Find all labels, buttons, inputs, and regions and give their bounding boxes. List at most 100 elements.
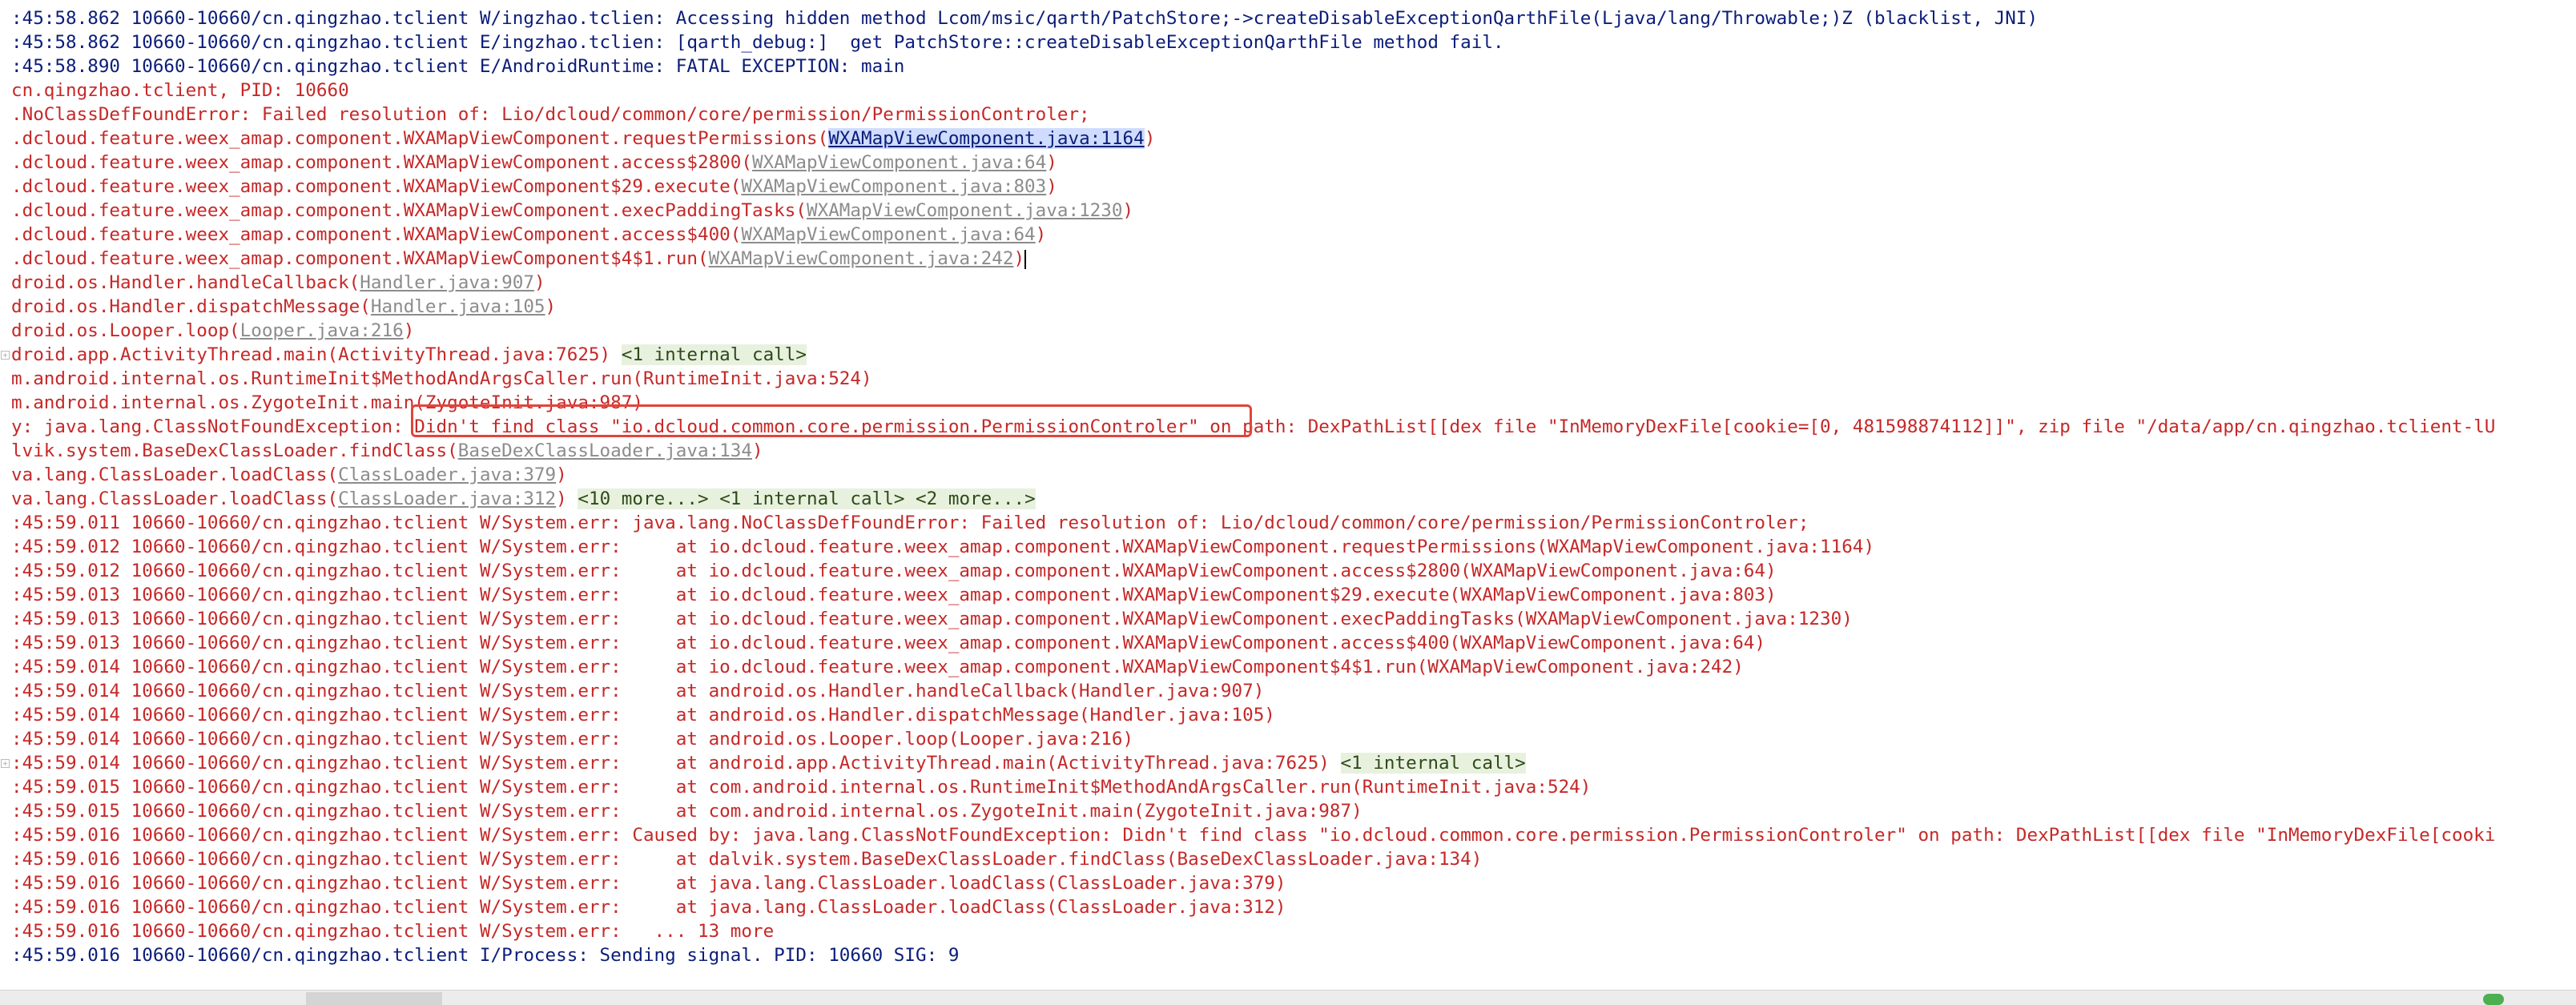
log-line-text: :45:59.015 10660-10660/cn.qingzhao.tclie… <box>11 777 1592 798</box>
log-line: :45:59.014 10660-10660/cn.qingzhao.tclie… <box>11 751 1526 775</box>
log-line: :45:59.016 10660-10660/cn.qingzhao.tclie… <box>11 895 1286 919</box>
log-line: :45:59.013 10660-10660/cn.qingzhao.tclie… <box>11 583 1777 607</box>
log-line: droid.app.ActivityThread.main(ActivityTh… <box>11 343 807 367</box>
log-line: droid.os.Handler.dispatchMessage(Handler… <box>11 295 556 319</box>
source-link[interactable]: ClassLoader.java:379 <box>338 464 556 485</box>
log-line-text: cn.qingzhao.tclient, PID: 10660 <box>11 80 349 101</box>
log-line-text: .dcloud.feature.weex_amap.component.WXAM… <box>11 128 829 149</box>
log-line-text: :45:59.016 10660-10660/cn.qingzhao.tclie… <box>11 873 1286 894</box>
log-line-text: :45:58.862 10660-10660/cn.qingzhao.tclie… <box>11 32 1504 53</box>
log-line: droid.os.Looper.loop(Looper.java:216) <box>11 319 414 343</box>
fold-expand-icon[interactable]: + <box>1 351 10 360</box>
log-line-text: :45:59.014 10660-10660/cn.qingzhao.tclie… <box>11 705 1275 726</box>
tool-tab-terminal[interactable] <box>192 992 288 1005</box>
log-line-suffix: ) <box>556 464 567 485</box>
log-line-suffix: ) <box>1035 224 1047 245</box>
log-line: .dcloud.feature.weex_amap.component.WXAM… <box>11 199 1133 223</box>
log-line-suffix: ) <box>545 296 557 317</box>
tool-tab-todo[interactable] <box>5 992 133 1005</box>
log-line: .dcloud.feature.weex_amap.component.WXAM… <box>11 223 1046 247</box>
log-line: :45:59.014 10660-10660/cn.qingzhao.tclie… <box>11 727 1133 751</box>
log-line: :45:59.011 10660-10660/cn.qingzhao.tclie… <box>11 511 1809 535</box>
log-line: :45:59.015 10660-10660/cn.qingzhao.tclie… <box>11 775 1591 799</box>
log-line-text: :45:59.013 10660-10660/cn.qingzhao.tclie… <box>11 609 1853 629</box>
log-line: droid.os.Handler.handleCallback(Handler.… <box>11 271 545 295</box>
log-line: :45:59.016 10660-10660/cn.qingzhao.tclie… <box>11 871 1286 895</box>
log-line-text: .dcloud.feature.weex_amap.component.WXAM… <box>11 224 742 245</box>
log-line: m.android.internal.os.RuntimeInit$Method… <box>11 367 872 391</box>
log-line: :45:59.012 10660-10660/cn.qingzhao.tclie… <box>11 559 1777 583</box>
log-line-text: droid.os.Looper.loop( <box>11 320 240 341</box>
log-line-suffix: ) <box>1122 200 1134 221</box>
source-link[interactable]: Looper.java:216 <box>240 320 404 341</box>
log-line-text: va.lang.ClassLoader.loadClass( <box>11 464 339 485</box>
log-line-text: :45:58.862 10660-10660/cn.qingzhao.tclie… <box>11 8 2039 29</box>
log-line-text: droid.os.Handler.handleCallback( <box>11 272 360 293</box>
folded-calls-badge[interactable]: <1 internal call> <box>1340 753 1526 774</box>
log-line: :45:58.862 10660-10660/cn.qingzhao.tclie… <box>11 6 2038 30</box>
log-line-text: :45:59.016 10660-10660/cn.qingzhao.tclie… <box>11 897 1286 918</box>
text-caret <box>1024 249 1027 269</box>
log-line-suffix: ) <box>1046 152 1057 173</box>
log-line-suffix: ) <box>556 488 578 509</box>
source-link[interactable]: WXAMapViewComponent.java:1164 <box>828 128 1145 149</box>
event-log-indicator[interactable] <box>2483 994 2504 1005</box>
tool-tab-profiler[interactable] <box>481 992 577 1005</box>
log-line-text: droid.app.ActivityThread.main(ActivityTh… <box>11 344 622 365</box>
log-line-suffix: ) <box>1013 248 1025 269</box>
log-line: cn.qingzhao.tclient, PID: 10660 <box>11 78 349 103</box>
log-line: :45:59.013 10660-10660/cn.qingzhao.tclie… <box>11 631 1765 655</box>
log-line-text: m.android.internal.os.RuntimeInit$Method… <box>11 368 872 389</box>
source-link[interactable]: Handler.java:105 <box>371 296 545 317</box>
log-line: .dcloud.feature.weex_amap.component.WXAM… <box>11 175 1057 199</box>
log-line-text: :45:59.016 10660-10660/cn.qingzhao.tclie… <box>11 921 775 942</box>
log-line-text: :45:59.014 10660-10660/cn.qingzhao.tclie… <box>11 657 1744 677</box>
log-line-text: :45:59.016 10660-10660/cn.qingzhao.tclie… <box>11 849 1483 870</box>
log-line: :45:58.862 10660-10660/cn.qingzhao.tclie… <box>11 30 1504 54</box>
log-line: y: java.lang.ClassNotFoundException: Did… <box>11 415 2495 439</box>
log-line-text: :45:59.011 10660-10660/cn.qingzhao.tclie… <box>11 513 1809 533</box>
log-line: :45:59.014 10660-10660/cn.qingzhao.tclie… <box>11 703 1275 727</box>
log-line-suffix: ) <box>752 440 763 461</box>
log-line: :45:59.014 10660-10660/cn.qingzhao.tclie… <box>11 679 1264 703</box>
source-link[interactable]: BaseDexClassLoader.java:134 <box>458 440 752 461</box>
source-link[interactable]: WXAMapViewComponent.java:64 <box>752 152 1046 173</box>
log-line-text: :45:59.013 10660-10660/cn.qingzhao.tclie… <box>11 633 1766 653</box>
log-line: .dcloud.feature.weex_amap.component.WXAM… <box>11 151 1057 175</box>
log-line-text: :45:58.890 10660-10660/cn.qingzhao.tclie… <box>11 56 905 77</box>
log-line-suffix: ) <box>403 320 415 341</box>
log-line: :45:59.015 10660-10660/cn.qingzhao.tclie… <box>11 799 1362 823</box>
log-line-text: .dcloud.feature.weex_amap.component.WXAM… <box>11 248 709 269</box>
log-line-text: .dcloud.feature.weex_amap.component.WXAM… <box>11 200 807 221</box>
log-line-text: .dcloud.feature.weex_amap.component.WXAM… <box>11 152 752 173</box>
source-link[interactable]: WXAMapViewComponent.java:803 <box>741 176 1046 197</box>
source-link[interactable]: WXAMapViewComponent.java:1230 <box>807 200 1122 221</box>
source-link[interactable]: ClassLoader.java:312 <box>338 488 556 509</box>
tool-tab-database-inspector[interactable] <box>583 992 743 1005</box>
log-line-text: droid.os.Handler.dispatchMessage( <box>11 296 371 317</box>
log-line-text: :45:59.013 10660-10660/cn.qingzhao.tclie… <box>11 585 1777 605</box>
folded-calls-badge[interactable]: <1 internal call> <box>621 344 807 365</box>
log-line-text: lvik.system.BaseDexClassLoader.findClass… <box>11 440 458 461</box>
log-line: :45:59.016 10660-10660/cn.qingzhao.tclie… <box>11 823 2495 847</box>
log-line: lvik.system.BaseDexClassLoader.findClass… <box>11 439 763 463</box>
tool-tab-logcat[interactable] <box>306 992 442 1005</box>
source-link[interactable]: WXAMapViewComponent.java:242 <box>709 248 1014 269</box>
log-line-text: :45:59.012 10660-10660/cn.qingzhao.tclie… <box>11 561 1777 581</box>
log-line-text: :45:59.015 10660-10660/cn.qingzhao.tclie… <box>11 801 1362 822</box>
source-link[interactable]: Handler.java:907 <box>360 272 534 293</box>
logcat-output[interactable]: :45:58.862 10660-10660/cn.qingzhao.tclie… <box>0 0 2576 974</box>
fold-expand-icon[interactable]: + <box>1 759 10 768</box>
log-line-text: .NoClassDefFoundError: Failed resolution… <box>11 104 1090 125</box>
source-link[interactable]: WXAMapViewComponent.java:64 <box>741 224 1035 245</box>
log-line: va.lang.ClassLoader.loadClass(ClassLoade… <box>11 463 567 487</box>
log-line: :45:59.016 10660-10660/cn.qingzhao.tclie… <box>11 847 1482 871</box>
folded-calls-badge[interactable]: <10 more...> <1 internal call> <2 more..… <box>578 488 1036 509</box>
log-line-text: .dcloud.feature.weex_amap.component.WXAM… <box>11 176 742 197</box>
log-line: va.lang.ClassLoader.loadClass(ClassLoade… <box>11 487 1036 511</box>
log-line: :45:59.013 10660-10660/cn.qingzhao.tclie… <box>11 607 1853 631</box>
log-line-text: y: java.lang.ClassNotFoundException: Did… <box>11 416 2496 437</box>
log-line: :45:59.012 10660-10660/cn.qingzhao.tclie… <box>11 535 1874 559</box>
log-line-suffix: ) <box>1144 128 1156 149</box>
log-line: .dcloud.feature.weex_amap.component.WXAM… <box>11 247 1027 271</box>
